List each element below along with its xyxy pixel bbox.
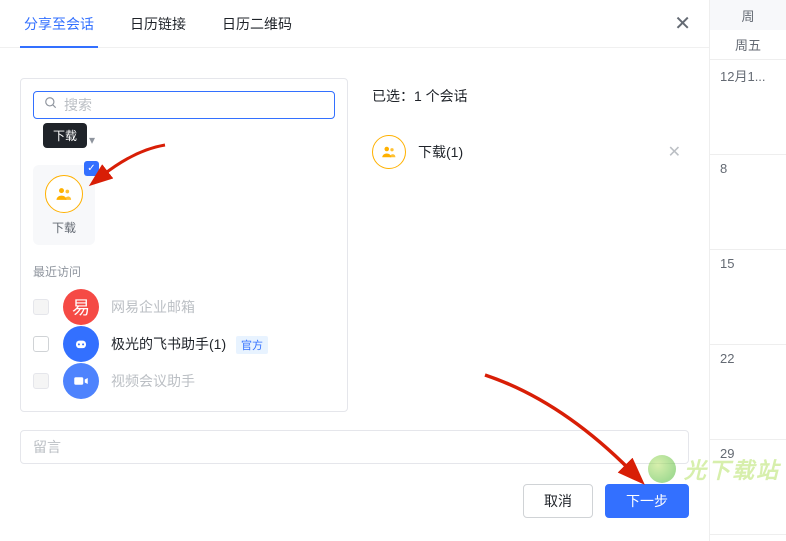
calendar-cell[interactable]: 29 [710,440,786,535]
tab-calendar-qrcode[interactable]: 日历二维码 [218,0,296,48]
selected-count: 1 个会话 [414,88,468,104]
checkbox[interactable] [33,336,49,352]
dialog-body: 下载 ▾ ✓ 下载 最近访问 易 网易企业邮箱 [0,48,709,418]
selected-header: 已选：1 个会话 [372,86,689,106]
section-recent-title: 最近访问 [33,263,335,280]
dialog-footer: 取消 下一步 [0,464,709,538]
list-item-netease: 易 网易企业邮箱 [33,288,335,325]
message-field-wrapper [20,430,689,464]
tab-qrcode-label: 日历二维码 [222,14,292,34]
calendar-cell[interactable]: 15 [710,250,786,345]
item-text: 极光的飞书助手(1) [111,336,226,352]
selected-item: 下载(1) ✕ [372,130,689,174]
tab-link-label: 日历链接 [130,14,186,34]
cancel-label: 取消 [544,491,572,511]
tab-calendar-link[interactable]: 日历链接 [126,0,190,48]
selected-panel: 已选：1 个会话 下载(1) ✕ [348,78,689,412]
filter-row: 下载 ▾ [33,129,335,151]
item-label: 网易企业邮箱 [111,297,195,317]
avatar-video-icon [63,363,99,399]
cancel-button[interactable]: 取消 [523,484,593,518]
search-input[interactable] [64,97,324,113]
checkbox-disabled [33,299,49,315]
next-label: 下一步 [626,491,668,511]
tab-share-to-chat[interactable]: 分享至会话 [20,0,98,48]
group-icon [45,175,83,213]
calendar-strip: 周 周五 12月1... 8 15 22 29 [709,0,786,541]
list-item-jiguang[interactable]: 极光的飞书助手(1) 官方 [33,325,335,362]
recent-card-row: ✓ 下载 [33,165,335,245]
group-icon [372,135,406,169]
official-badge: 官方 [236,336,268,354]
next-button[interactable]: 下一步 [605,484,689,518]
calendar-cell[interactable]: 12月1... [710,60,786,155]
filter-tooltip: 下载 [43,123,87,148]
avatar-bot-icon [63,326,99,362]
checkbox-disabled [33,373,49,389]
selected-prefix: 已选： [372,88,414,104]
share-dialog: 分享至会话 日历链接 日历二维码 ✕ 下载 ▾ ✓ [0,0,709,541]
calendar-header-week: 周 [710,0,786,30]
contact-card-label: 下载 [52,219,76,236]
tooltip-text: 下载 [53,129,77,143]
calendar-cell[interactable]: 8 [710,155,786,250]
message-input[interactable] [20,430,689,464]
check-icon: ✓ [84,161,99,176]
search-input-wrapper[interactable] [33,91,335,119]
search-icon [44,96,58,114]
contact-card-download[interactable]: ✓ 下载 [33,165,95,245]
tab-bar: 分享至会话 日历链接 日历二维码 ✕ [0,0,709,48]
item-label: 视频会议助手 [111,371,195,391]
avatar-netease-icon: 易 [63,289,99,325]
selected-item-name: 下载(1) [418,142,668,162]
chevron-down-icon[interactable]: ▾ [89,133,95,147]
calendar-cell[interactable]: 22 [710,345,786,440]
tab-share-label: 分享至会话 [24,14,94,34]
item-label: 极光的飞书助手(1) 官方 [111,334,268,354]
remove-icon[interactable]: ✕ [668,142,689,162]
calendar-header-day: 周五 [710,30,786,60]
contact-picker-panel: 下载 ▾ ✓ 下载 最近访问 易 网易企业邮箱 [20,78,348,412]
close-icon[interactable]: ✕ [674,14,691,34]
list-item-video: 视频会议助手 [33,362,335,399]
